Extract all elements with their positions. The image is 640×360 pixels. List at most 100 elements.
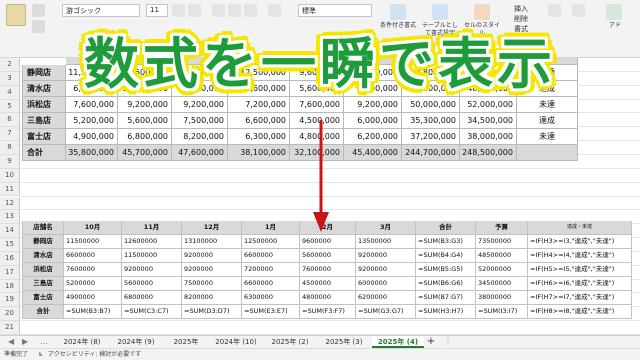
row-header[interactable]: 6: [0, 113, 20, 128]
top-table-cell[interactable]: 9,200,000: [172, 97, 228, 113]
bottom-table-cell[interactable]: 6600000: [242, 249, 300, 263]
bottom-table-cell[interactable]: =SUM(B3:G3): [416, 235, 476, 249]
decrease-font-icon[interactable]: [188, 4, 201, 17]
bottom-table-cell[interactable]: =IF(H5>=I5,"達成","未達"): [528, 263, 632, 277]
bottom-table-cell[interactable]: =SUM(H3:H7): [416, 305, 476, 319]
row-header[interactable]: 20: [0, 307, 20, 322]
bottom-table-cell[interactable]: =SUM(B6:G6): [416, 277, 476, 291]
bottom-table-cell[interactable]: 6300000: [242, 291, 300, 305]
bottom-table-cell[interactable]: 9600000: [300, 235, 356, 249]
bottom-table-cell[interactable]: =SUM(I3:I7): [476, 305, 528, 319]
conditional-format-button[interactable]: 条件付き書式: [378, 22, 418, 30]
row-header[interactable]: 15: [0, 238, 20, 252]
bottom-table-store-name[interactable]: 富士店: [22, 291, 64, 305]
row-header[interactable]: 16: [0, 251, 20, 266]
align-top-icon[interactable]: [212, 4, 225, 17]
conditional-format-icon[interactable]: [390, 4, 406, 20]
bottom-table-cell[interactable]: =SUM(E3:E7): [242, 305, 300, 319]
top-table-cell[interactable]: 5,200,000: [66, 113, 118, 129]
bottom-table-cell[interactable]: 12500000: [242, 235, 300, 249]
align-middle-icon[interactable]: [228, 4, 241, 17]
top-table-cell[interactable]: 35,300,000: [402, 113, 460, 129]
bottom-table-cell[interactable]: 6800000: [122, 291, 182, 305]
sheet-tab[interactable]: 2025年 (2): [264, 336, 316, 348]
top-table-cell[interactable]: 5,600,000: [118, 113, 172, 129]
row-header[interactable]: 3: [0, 71, 20, 86]
bottom-table-cell[interactable]: 4800000: [300, 291, 356, 305]
bottom-table-cell[interactable]: 7500000: [182, 277, 242, 291]
bottom-table-cell[interactable]: 13500000: [356, 235, 416, 249]
table-format-icon[interactable]: [432, 4, 448, 20]
bottom-table-cell[interactable]: 9200000: [356, 249, 416, 263]
row-header[interactable]: 21: [0, 321, 20, 335]
top-table-cell[interactable]: 6,000,000: [344, 113, 402, 129]
bottom-table-cell[interactable]: 34500000: [476, 277, 528, 291]
top-table-cell[interactable]: 38,100,000: [228, 145, 290, 161]
bottom-table-store-name[interactable]: 合計: [22, 305, 64, 319]
sheet-tab[interactable]: 2024年 (8): [56, 336, 108, 348]
top-table-cell[interactable]: 248,500,000: [460, 145, 517, 161]
addin-icon[interactable]: [606, 4, 622, 20]
row-header[interactable]: 10: [0, 168, 20, 183]
top-table-cell[interactable]: 35,800,000: [66, 145, 118, 161]
top-table-cell[interactable]: 達成: [517, 113, 578, 129]
top-table-cell[interactable]: 34,500,000: [460, 113, 517, 129]
bottom-table-cell[interactable]: 8200000: [182, 291, 242, 305]
add-sheet-button[interactable]: +: [424, 336, 438, 348]
tab-options-icon[interactable]: ⋮: [444, 336, 452, 348]
bottom-table-cell[interactable]: 9200000: [122, 263, 182, 277]
bottom-table-cell[interactable]: 5600000: [122, 277, 182, 291]
bottom-table-cell[interactable]: 6000000: [356, 277, 416, 291]
bottom-table-cell[interactable]: 13100000: [182, 235, 242, 249]
top-table-cell[interactable]: 未達: [517, 97, 578, 113]
sort-filter-icon[interactable]: [572, 4, 585, 17]
bottom-table-cell[interactable]: 52000000: [476, 263, 528, 277]
cut-icon[interactable]: [32, 4, 45, 17]
bottom-table-cell[interactable]: =SUM(C3:C7): [122, 305, 182, 319]
top-table-store-name[interactable]: 富士店: [22, 129, 66, 145]
bottom-table-cell[interactable]: =IF(H8>=I8,"達成","未達"): [528, 305, 632, 319]
bottom-table-cell[interactable]: 6600000: [242, 277, 300, 291]
top-table-cell[interactable]: 6,200,000: [344, 129, 402, 145]
tab-prev-icon[interactable]: ◀: [8, 336, 14, 348]
bottom-table-cell[interactable]: 7600000: [300, 263, 356, 277]
row-header[interactable]: 4: [0, 85, 20, 100]
top-table-cell[interactable]: 7,600,000: [66, 97, 118, 113]
row-header[interactable]: 8: [0, 141, 20, 155]
bottom-table-cell[interactable]: =IF(H4>=I4,"達成","未達"): [528, 249, 632, 263]
top-table-cell[interactable]: 45,700,000: [118, 145, 172, 161]
top-table-store-name[interactable]: 浜松店: [22, 97, 66, 113]
top-table-store-name[interactable]: 合計: [22, 145, 66, 161]
insert-button[interactable]: 挿入: [514, 4, 528, 14]
bottom-table-cell[interactable]: =SUM(F3:F7): [300, 305, 356, 319]
top-table-cell[interactable]: 37,200,000: [402, 129, 460, 145]
top-table-cell[interactable]: 38,000,000: [460, 129, 517, 145]
top-table-cell[interactable]: 8,200,000: [172, 129, 228, 145]
bottom-table-cell[interactable]: =IF(H7>=I7,"達成","未達"): [528, 291, 632, 305]
row-header[interactable]: 17: [0, 265, 20, 280]
number-format-select[interactable]: 標準: [298, 4, 372, 17]
bottom-table-cell[interactable]: =IF(H3>=I3,"達成","未達"): [528, 235, 632, 249]
tab-more-icon[interactable]: …: [40, 336, 48, 348]
row-header[interactable]: 5: [0, 99, 20, 114]
bottom-table-cell[interactable]: =SUM(D3:D7): [182, 305, 242, 319]
bottom-table-cell[interactable]: 5600000: [300, 249, 356, 263]
font-name-select[interactable]: 游ゴシック: [62, 4, 140, 17]
bottom-table-cell[interactable]: 38000000: [476, 291, 528, 305]
bottom-table-cell[interactable]: =SUM(B7:G7): [416, 291, 476, 305]
sheet-tab[interactable]: 2025年 (3): [318, 336, 370, 348]
bottom-table-cell[interactable]: 48500000: [476, 249, 528, 263]
sheet-tab[interactable]: 2025年 (4): [372, 336, 424, 348]
bottom-table-store-name[interactable]: 静岡店: [22, 235, 64, 249]
top-table-cell[interactable]: [517, 145, 578, 161]
row-header[interactable]: 18: [0, 279, 20, 294]
bottom-table-cell[interactable]: 4900000: [64, 291, 122, 305]
row-header[interactable]: 14: [0, 224, 20, 239]
top-table-cell[interactable]: 52,000,000: [460, 97, 517, 113]
row-header[interactable]: 9: [0, 154, 20, 169]
addin-button[interactable]: アド: [600, 22, 630, 30]
row-header[interactable]: 13: [0, 210, 20, 225]
bottom-table-cell[interactable]: 4500000: [300, 277, 356, 291]
cell-style-icon[interactable]: [474, 4, 490, 20]
top-table-cell[interactable]: 50,000,000: [402, 97, 460, 113]
